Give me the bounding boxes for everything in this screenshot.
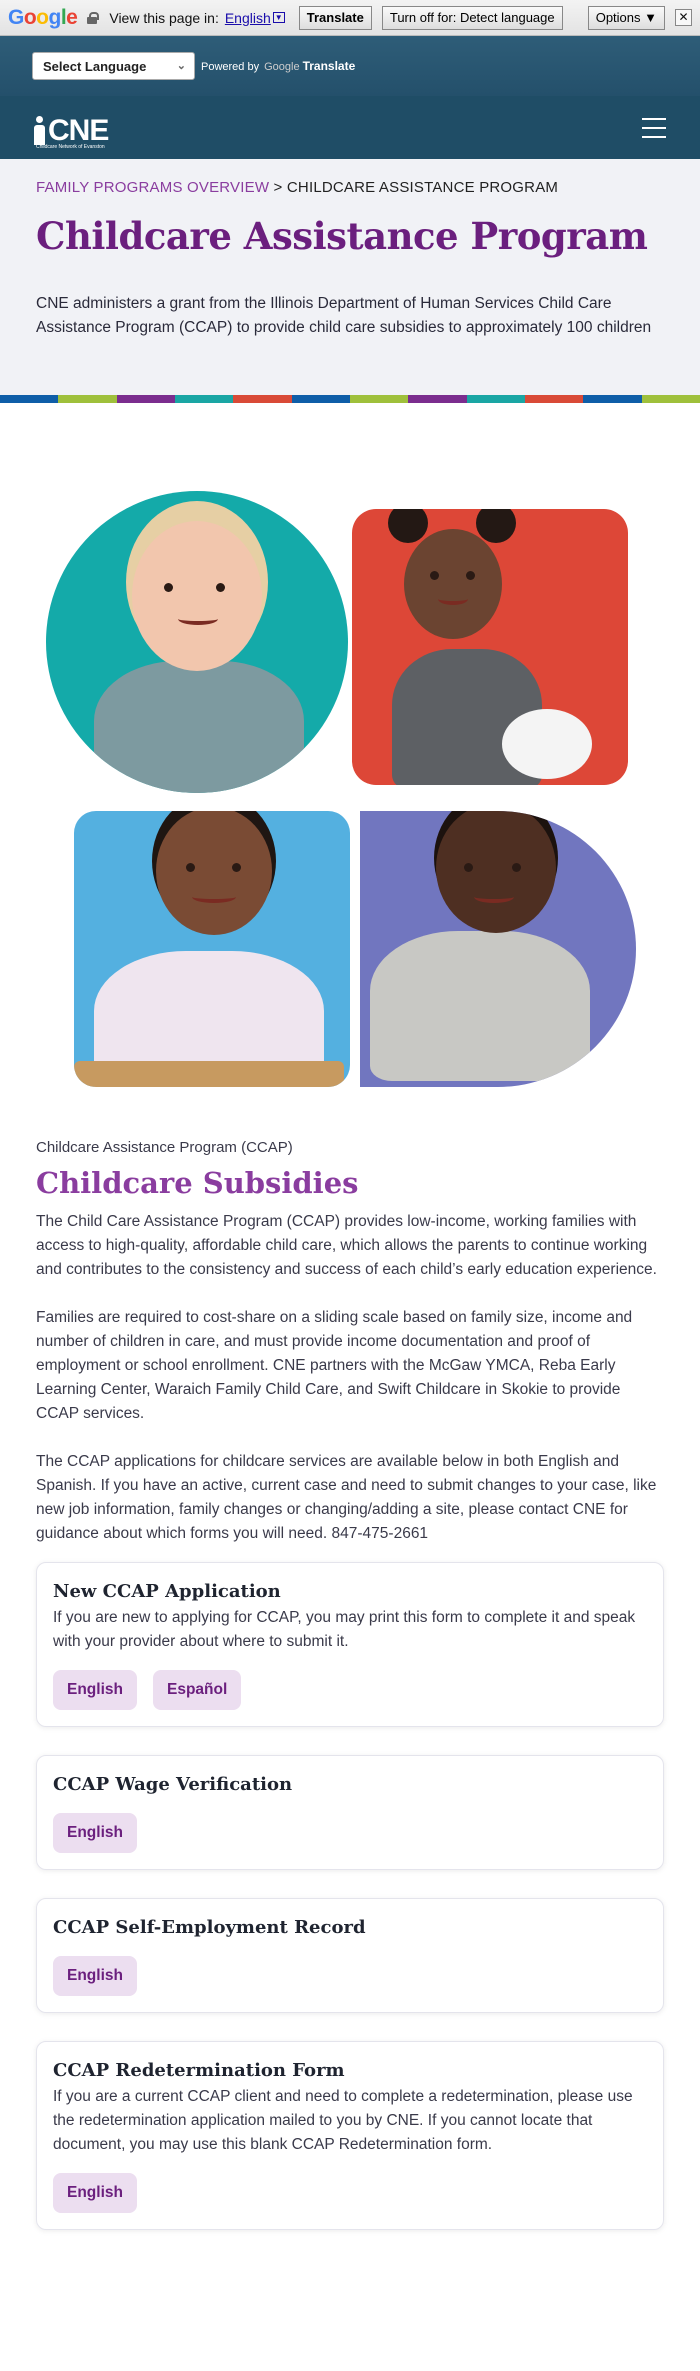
google-logo: Google [8,5,78,29]
breadcrumb-current: CHILDCARE ASSISTANCE PROGRAM [286,179,559,196]
section-kicker: Childcare Assistance Program (CCAP) [36,1139,293,1156]
child-photo-smiling-girl [74,811,350,1087]
color-strip-segment [408,395,467,403]
card-description: If you are a current CCAP client and nee… [53,2088,633,2153]
body-paragraph: Families are required to cost-share on a… [36,1309,633,1422]
photo-collage [0,403,700,1135]
color-strip [0,395,700,403]
cne-logo[interactable]: CNE Childcare Network of Evanston [34,110,109,150]
breadcrumb: FAMILY PROGRAMS OVERVIEW > CHILDCARE ASS… [36,179,559,196]
color-strip-segment [466,395,525,403]
card-title: CCAP Self-Employment Record [53,1917,366,1938]
language-bar: Select Language ⌄ Powered by Google Transl… [0,36,700,96]
google-translate-bar: Google View this page in: English ▼ Tran… [0,0,700,36]
spanish-form-button[interactable]: Español [152,1670,242,1710]
form-card-new-application: New CCAP Application If you are new to a… [36,1562,664,1727]
language-dropdown-icon[interactable]: ▼ [272,12,285,23]
color-strip-segment [233,395,292,403]
english-form-button[interactable]: English [53,1813,137,1853]
english-form-button[interactable]: English [53,1670,137,1710]
site-header: CNE Childcare Network of Evanston [0,96,700,159]
child-photo-toddler-girl [46,491,348,793]
language-link[interactable]: English [225,10,271,26]
form-card-self-employment: CCAP Self-Employment Record English [36,1898,664,2013]
card-description: If you are new to applying for CCAP, you… [53,1609,636,1650]
body-paragraph: The CCAP applications for childcare serv… [36,1453,657,1542]
close-icon[interactable]: ✕ [675,9,692,26]
english-form-button[interactable]: English [53,2173,137,2213]
card-title: CCAP Redetermination Form [53,2060,345,2081]
form-card-wage-verification: CCAP Wage Verification English [36,1755,664,1870]
page-title: Childcare Assistance Program [36,214,648,258]
options-button[interactable]: Options ▼ [587,5,665,30]
color-strip-segment [174,395,234,403]
hamburger-icon[interactable] [642,117,666,138]
hero-section: FAMILY PROGRAMS OVERVIEW > CHILDCARE ASS… [0,159,700,395]
language-select[interactable]: Select Language ⌄ [32,52,195,80]
child-photo-girl-with-pigtails [352,509,628,785]
color-strip-segment [641,395,700,403]
translate-button[interactable]: Translate [298,5,372,30]
child-photo-crawling-baby [360,811,636,1087]
color-strip-segment [116,395,175,403]
card-title: CCAP Wage Verification [53,1774,293,1795]
form-card-redetermination: CCAP Redetermination Form If you are a c… [36,2041,664,2230]
turn-off-button[interactable]: Turn off for: Detect language [381,5,563,30]
view-page-label: View this page in: [109,9,219,26]
body-paragraph: The Child Care Assistance Program (CCAP)… [36,1213,657,1278]
color-strip-segment [291,395,350,403]
breadcrumb-parent-link[interactable]: FAMILY PROGRAMS OVERVIEW [36,179,269,196]
card-title: New CCAP Application [53,1581,281,1602]
chevron-down-icon: ⌄ [176,60,186,72]
powered-by-google: Powered by Google Translate [201,59,356,73]
english-form-button[interactable]: English [53,1956,137,1996]
lock-icon [87,11,100,24]
color-strip-segment [524,395,584,403]
color-strip-segment [349,395,409,403]
intro-text: CNE administers a grant from the Illinoi… [36,295,652,336]
color-strip-segment [583,395,642,403]
section-title: Childcare Subsidies [36,1166,359,1200]
logo-figure-icon [34,115,46,146]
color-strip-segment [0,395,59,403]
main-content: Childcare Assistance Program (CCAP) Chil… [0,1139,700,2230]
color-strip-segment [58,395,117,403]
